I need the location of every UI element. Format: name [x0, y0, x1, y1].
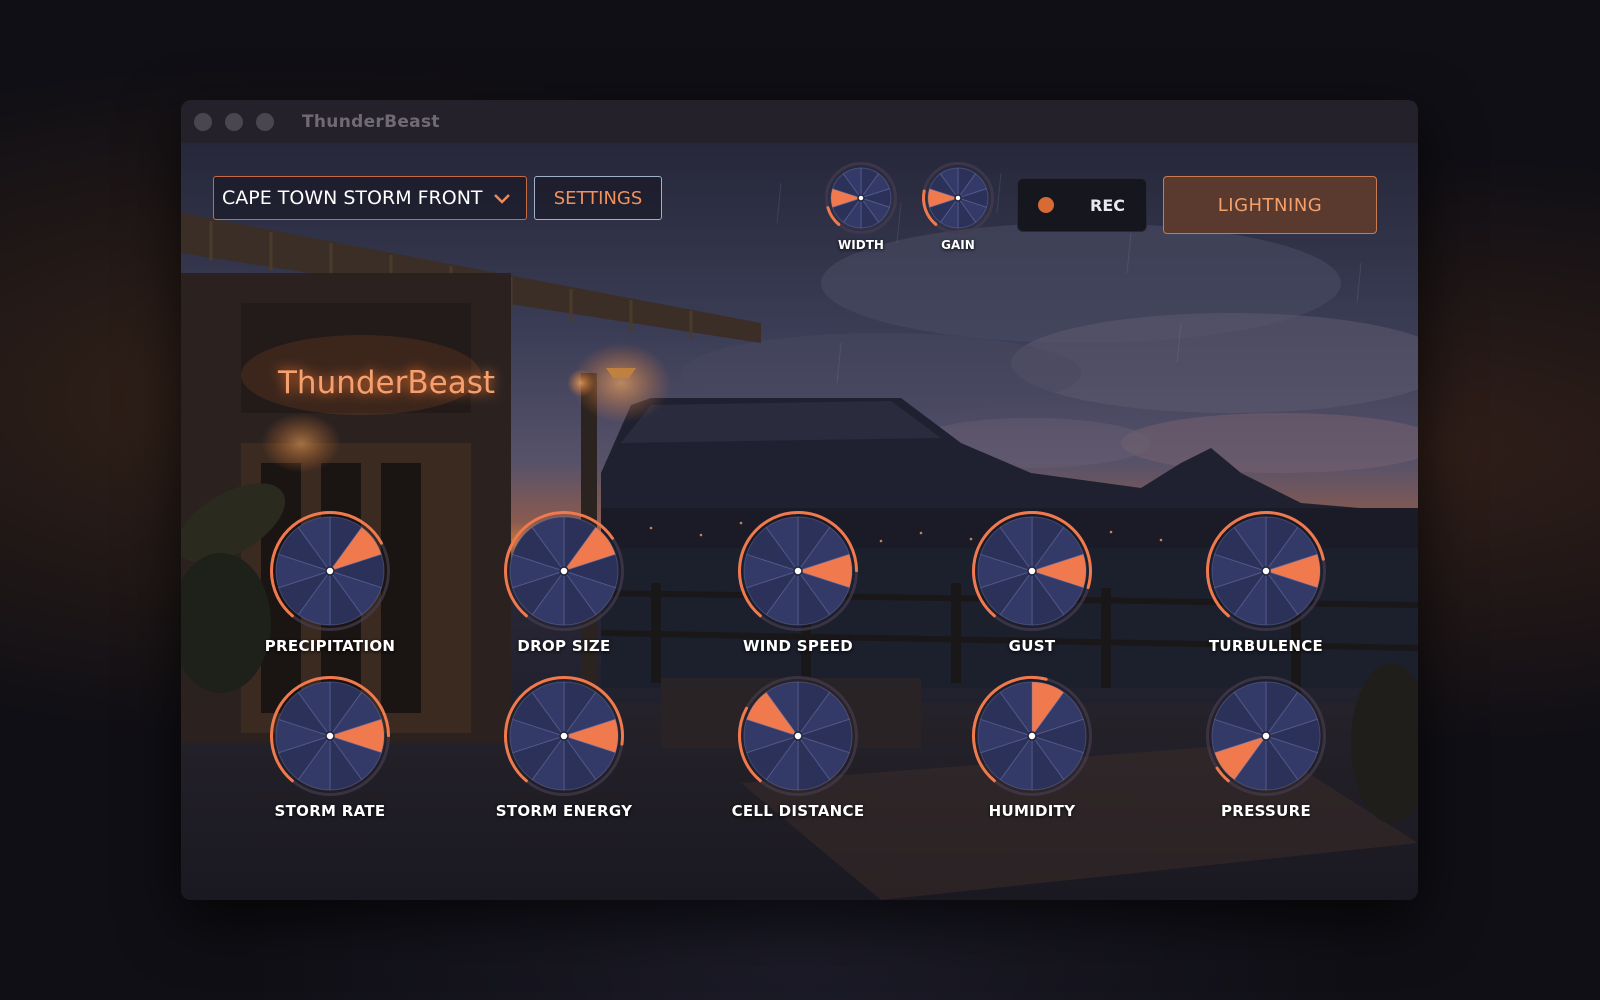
preset-dropdown[interactable]: CAPE TOWN STORM FRONT	[213, 176, 527, 220]
cell-distance-label: CELL DISTANCE	[731, 802, 865, 820]
storm-energy-knob[interactable]: STORM ENERGY	[496, 671, 632, 821]
humidity-label: HUMIDITY	[988, 802, 1076, 820]
record-label: REC	[1090, 195, 1125, 215]
title-bar: ThunderBeast	[181, 100, 1418, 143]
drop-size-label: DROP SIZE	[517, 637, 611, 655]
knob-center-dot	[559, 566, 569, 576]
sign-text: ThunderBeast	[277, 365, 495, 401]
width-knob[interactable]: WIDTH	[821, 158, 901, 252]
close-window-button[interactable]	[194, 112, 212, 131]
knob-center-dot	[857, 194, 865, 202]
settings-button[interactable]: SETTINGS	[534, 176, 662, 220]
turbulence-knob[interactable]: TURBULENCE	[1201, 506, 1331, 656]
humidity-knob[interactable]: HUMIDITY	[967, 671, 1097, 821]
knob-center-dot	[325, 731, 335, 741]
knob-center-dot	[793, 566, 803, 576]
wind-speed-knob[interactable]: WIND SPEED	[733, 506, 863, 656]
pressure-knob[interactable]: PRESSURE	[1201, 671, 1331, 821]
window-title: ThunderBeast	[302, 111, 440, 132]
minimize-window-button[interactable]	[225, 112, 243, 131]
gust-knob[interactable]: GUST	[967, 506, 1097, 656]
storm-rate-label: STORM RATE	[274, 802, 386, 820]
app-window: ThunderBeast ThunderBeast CAPE TOWN STOR…	[181, 100, 1418, 900]
knob-center-dot	[1261, 566, 1271, 576]
knob-center-dot	[325, 566, 335, 576]
knob-center-dot	[1261, 731, 1271, 741]
wind-speed-label: WIND SPEED	[742, 637, 854, 655]
knob-center-dot	[954, 194, 962, 202]
record-dot-icon	[1038, 197, 1054, 213]
record-button[interactable]: REC	[1017, 178, 1147, 232]
turbulence-label: TURBULENCE	[1208, 637, 1324, 655]
precipitation-knob[interactable]: PRECIPITATION	[265, 506, 395, 656]
chevron-down-icon	[494, 194, 510, 204]
storm-rate-knob[interactable]: STORM RATE	[265, 671, 395, 821]
knob-center-dot	[559, 731, 569, 741]
gust-label: GUST	[1008, 637, 1056, 655]
zoom-window-button[interactable]	[256, 112, 274, 131]
gain-knob[interactable]: GAIN	[918, 158, 998, 252]
knob-center-dot	[793, 731, 803, 741]
knob-center-dot	[1027, 566, 1037, 576]
storm-energy-label: STORM ENERGY	[495, 802, 633, 820]
drop-size-knob[interactable]: DROP SIZE	[499, 506, 629, 656]
pressure-label: PRESSURE	[1220, 802, 1312, 820]
preset-value: CAPE TOWN STORM FRONT	[222, 187, 483, 209]
plugin-panel: ThunderBeast CAPE TOWN STORM FRONT SETTI…	[181, 143, 1418, 900]
knob-center-dot	[1027, 731, 1037, 741]
cell-distance-knob[interactable]: CELL DISTANCE	[732, 671, 864, 821]
lightning-button[interactable]: LIGHTNING	[1163, 176, 1377, 234]
gain-label: GAIN	[941, 238, 975, 252]
precipitation-label: PRECIPITATION	[264, 637, 396, 655]
